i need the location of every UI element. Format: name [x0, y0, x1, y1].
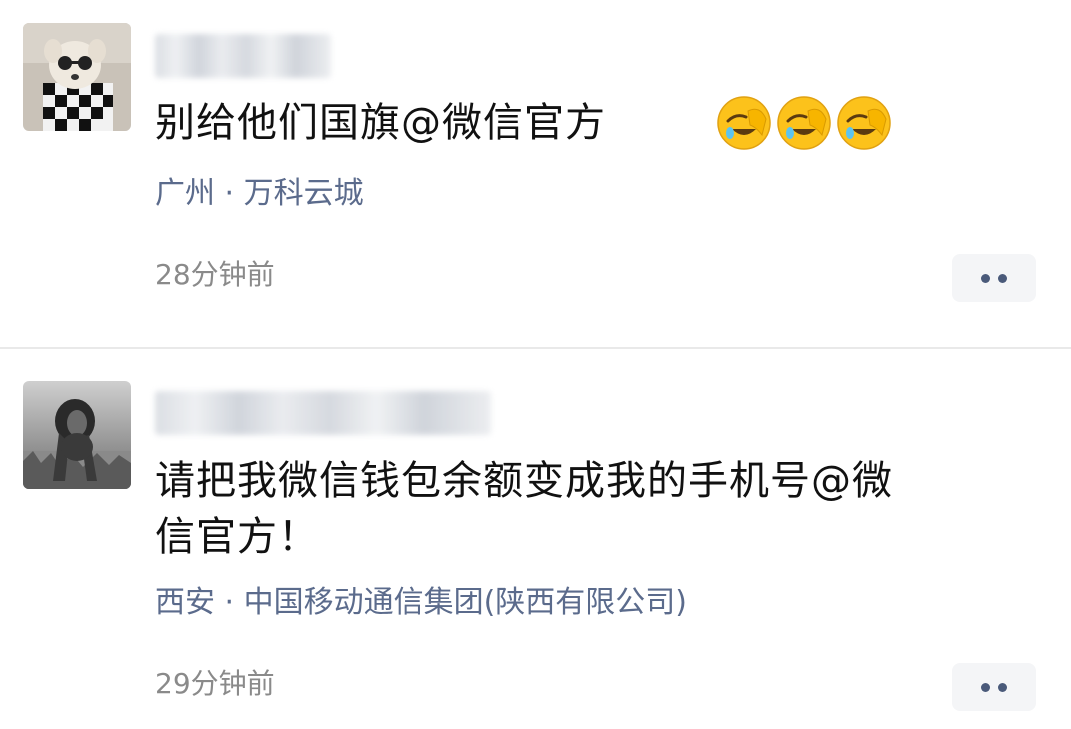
nickname-blurred[interactable]: [155, 34, 331, 78]
more-dots-icon: [998, 682, 1007, 692]
location-link[interactable]: 西安 · 中国移动通信集团(陕西有限公司): [155, 585, 687, 621]
comment-item: 别给他们国旗@微信官方 广州 · 万科云城 28分钟前: [0, 0, 1071, 347]
avatar[interactable]: [23, 381, 131, 489]
avatar[interactable]: [23, 23, 131, 131]
timestamp: 29分钟前: [155, 667, 275, 700]
facepalm-laughing-emoji-icon: [777, 96, 831, 150]
nickname-blurred[interactable]: [155, 391, 491, 435]
comment-text-line-1: 请把我微信钱包余额变成我的手机号@微: [155, 458, 893, 504]
dog-avatar-image: [23, 23, 131, 131]
more-options-button[interactable]: [952, 663, 1036, 711]
emoji-group: [716, 95, 892, 151]
comment-text-line-2: 信官方！: [155, 514, 319, 560]
more-dots-icon: [981, 273, 990, 283]
location-link[interactable]: 广州 · 万科云城: [155, 176, 364, 212]
more-options-button[interactable]: [952, 254, 1036, 302]
more-dots-icon: [998, 273, 1007, 283]
timestamp: 28分钟前: [155, 258, 275, 291]
facepalm-laughing-emoji-icon: [717, 96, 771, 150]
comment-item: 请把我微信钱包余额变成我的手机号@微 信官方！ 西安 · 中国移动通信集团(陕西…: [0, 349, 1071, 729]
facepalm-laughing-emoji-icon: [837, 96, 891, 150]
lion-avatar-image: [23, 381, 131, 489]
more-dots-icon: [981, 682, 990, 692]
comment-text: 别给他们国旗@微信官方: [155, 100, 606, 146]
